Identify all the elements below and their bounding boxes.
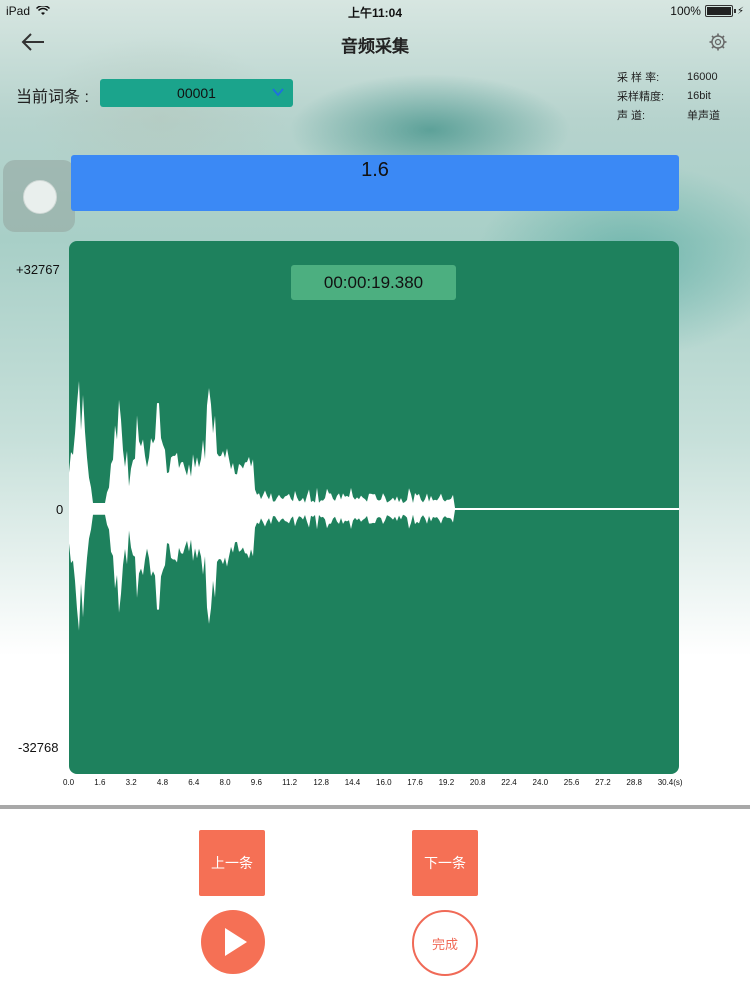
x-tick-label: 3.2: [125, 778, 137, 787]
x-tick-label: 16.0: [376, 778, 392, 787]
x-tick-label: 20.8: [469, 778, 486, 787]
divider: [0, 805, 750, 809]
done-button[interactable]: 完成: [412, 910, 478, 976]
charging-icon: ⚡: [736, 5, 744, 17]
info-key: 采 样 率:: [617, 71, 660, 84]
x-tick-label: 9.6: [250, 778, 262, 787]
play-icon: [225, 928, 247, 956]
record-button[interactable]: [3, 160, 75, 232]
x-tick-label: 4.8: [156, 778, 169, 787]
x-tick-label: 28.8: [626, 778, 642, 787]
x-tick-label: 14.4: [344, 778, 361, 787]
x-tick-label: 17.6: [407, 778, 423, 787]
recording-timer: 00:00:19.380: [291, 265, 456, 300]
info-value: 16bit: [687, 89, 711, 102]
x-tick-label: 27.2: [595, 778, 611, 787]
y-axis-max: +32767: [16, 262, 60, 277]
gear-icon[interactable]: [708, 32, 728, 52]
x-tick-label: 11.2: [282, 778, 298, 787]
x-tick-label: 1.6: [94, 778, 106, 787]
record-dot-icon: [23, 180, 57, 214]
waveform: [69, 380, 679, 631]
x-tick-label: 30.4(s): [657, 778, 683, 787]
x-tick-label: 8.0: [219, 778, 231, 787]
entry-select[interactable]: 00001: [100, 79, 293, 107]
battery-percent: 100%: [670, 4, 701, 18]
level-meter: 1.6: [71, 155, 679, 211]
entry-label: 当前词条 :: [16, 89, 89, 106]
x-tick-label: 0.0: [63, 778, 75, 787]
info-row-channel: 声 道: 单声道: [617, 105, 720, 124]
info-key: 声 道:: [617, 109, 646, 122]
x-tick-label: 12.8: [313, 778, 329, 787]
time-axis: 0.0 1.6 3.2 4.8 6.4 8.0 9.6 11.2 12.8 14.4 16.0 17.…: [60, 778, 750, 792]
status-time: 上午11:04: [347, 6, 403, 20]
navigation-bar: 音频采集: [0, 22, 750, 62]
chevron-down-icon: [272, 88, 284, 97]
battery-icon: [704, 5, 736, 17]
level-value: 1.6: [361, 159, 389, 181]
play-button[interactable]: [201, 910, 265, 974]
info-value: 单声道: [687, 109, 720, 122]
info-key: 采样精度:: [617, 90, 665, 103]
x-tick-label: 25.6: [563, 778, 580, 787]
waveform-shape: [69, 380, 679, 631]
entry-value: 00001: [177, 85, 216, 101]
sampling-info: 采 样 率: 16000 采样精度: 16bit 声 道: 单声道: [617, 67, 720, 124]
next-button[interactable]: 下一条: [412, 830, 478, 896]
y-axis-min: -32768: [18, 740, 59, 755]
x-tick-label: 24.0: [532, 778, 549, 787]
status-bar: iPad 上午11:04 100% ⚡: [0, 0, 750, 22]
x-tick-label: 19.2: [438, 778, 455, 787]
info-row-sample-rate: 采 样 率: 16000: [617, 67, 720, 86]
info-row-precision: 采样精度: 16bit: [617, 86, 720, 105]
x-tick-label: 6.4: [188, 778, 200, 787]
y-axis-zero: 0: [56, 502, 64, 517]
prev-button[interactable]: 上一条: [199, 830, 265, 896]
info-value: 16000: [687, 70, 718, 83]
x-tick-label: 22.4: [501, 778, 517, 787]
waveform-panel: [69, 241, 679, 774]
page-title: 音频采集: [341, 37, 409, 56]
